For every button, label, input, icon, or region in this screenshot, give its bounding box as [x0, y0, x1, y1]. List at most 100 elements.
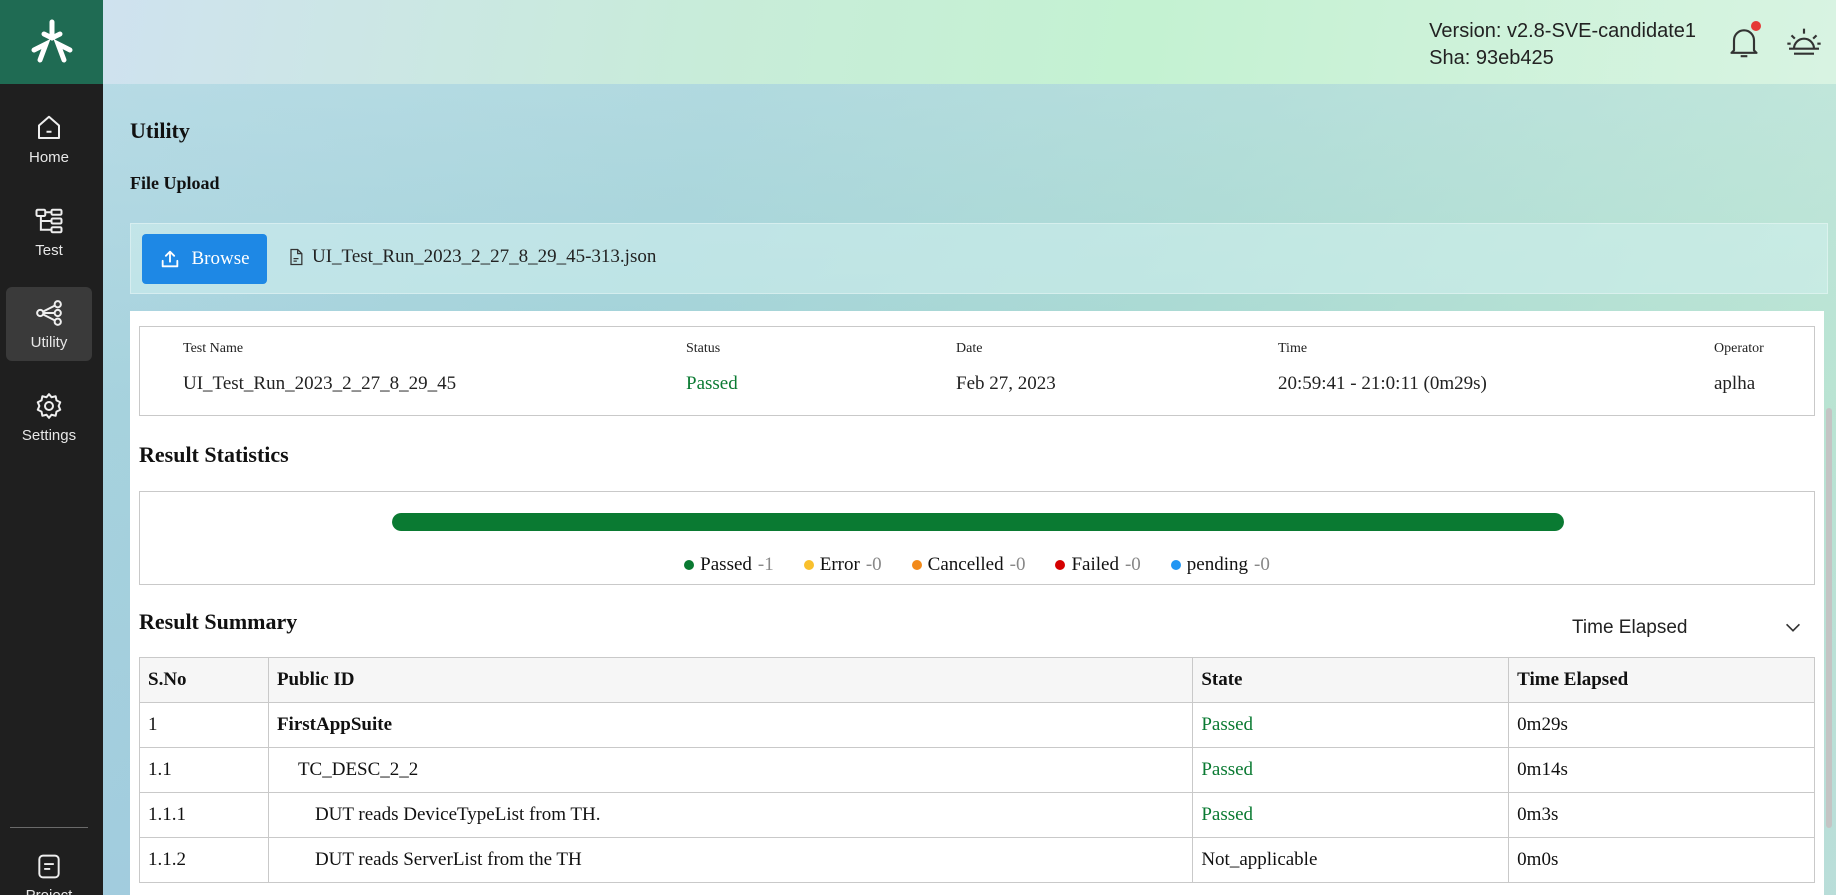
- sidebar: Home Test Utility Settings Project: [0, 0, 103, 895]
- column-header[interactable]: Time Elapsed: [1508, 657, 1815, 703]
- sidebar-item-utility[interactable]: Utility: [6, 287, 92, 361]
- cell-state: Not_applicable: [1192, 837, 1510, 883]
- legend-count: -0: [1254, 554, 1270, 575]
- statistics-box: Passed -1 Error -0 Cancelled -0 Failed -…: [139, 491, 1815, 585]
- table-row[interactable]: 1.1.2 DUT reads ServerList from the TH N…: [139, 837, 1815, 883]
- status-value: Passed: [686, 373, 738, 394]
- info-value: 20:59:41 - 21:0:11 (0m29s): [1278, 373, 1487, 394]
- file-upload-bar: Browse UI_Test_Run_2023_2_27_8_29_45-313…: [130, 223, 1828, 294]
- legend-pending: pending -0: [1170, 554, 1270, 576]
- top-header: Version: v2.8-SVE-candidate1 Sha: 93eb42…: [103, 0, 1836, 84]
- legend-count: -1: [757, 554, 774, 575]
- legend-count: -0: [1124, 554, 1141, 575]
- info-value: UI_Test_Run_2023_2_27_8_29_45: [183, 373, 457, 394]
- legend-count: -0: [865, 554, 882, 575]
- chevron-down-icon: [1785, 623, 1801, 632]
- legend-passed: Passed -1: [684, 554, 774, 576]
- run-info-box: Test Name UI_Test_Run_2023_2_27_8_29_45 …: [139, 326, 1815, 416]
- info-label: Status: [686, 341, 721, 356]
- sidebar-item-label: Home: [28, 148, 69, 166]
- version-info: Version: v2.8-SVE-candidate1 Sha: 93eb42…: [1429, 18, 1696, 72]
- cell-sno: 1: [139, 702, 269, 748]
- progress-bar: [392, 513, 1564, 531]
- column-header[interactable]: S.No: [139, 657, 269, 703]
- page-title: Utility: [130, 118, 190, 143]
- upload-icon: [162, 250, 179, 268]
- result-summary-table: S.No Public ID State Time Elapsed 1 Firs…: [139, 657, 1815, 883]
- sidebar-item-project[interactable]: Project: [6, 844, 92, 895]
- progress-fill: [392, 513, 1564, 531]
- gear-icon: [36, 392, 62, 419]
- cell-time: 0m29s: [1508, 702, 1815, 748]
- legend-label: Failed: [1071, 554, 1119, 575]
- logo-icon: [31, 19, 72, 63]
- statistics-legend: Passed -1 Error -0 Cancelled -0 Failed -…: [140, 554, 1814, 576]
- info-label: Time: [1278, 341, 1308, 356]
- cell-time: 0m0s: [1508, 837, 1815, 883]
- results-panel: Test Name UI_Test_Run_2023_2_27_8_29_45 …: [130, 311, 1824, 895]
- uploaded-file: UI_Test_Run_2023_2_27_8_29_45-313.json: [286, 246, 656, 268]
- result-summary-title: Result Summary: [139, 609, 298, 634]
- share-icon: [36, 299, 62, 326]
- table-header-row: S.No Public ID State Time Elapsed: [139, 657, 1815, 703]
- browse-button[interactable]: Browse: [142, 234, 267, 284]
- info-label: Test Name: [183, 341, 244, 356]
- sidebar-item-test[interactable]: Test: [6, 195, 92, 269]
- sort-select[interactable]: Time Elapsed: [1564, 607, 1814, 647]
- legend-dot: [803, 560, 814, 570]
- cell-public-id: DUT reads DeviceTypeList from TH.: [267, 792, 1194, 838]
- file-name-text: UI_Test_Run_2023_2_27_8_29_45-313.json: [312, 246, 657, 267]
- sidebar-item-label: Project: [26, 887, 73, 895]
- legend-label: Error: [819, 554, 860, 575]
- info-value: aplha: [1714, 373, 1756, 394]
- home-icon: [38, 115, 60, 139]
- cell-sno: 1.1.1: [139, 792, 269, 838]
- cell-state: Passed: [1192, 792, 1510, 838]
- cell-public-id: FirstAppSuite: [267, 702, 1194, 748]
- column-header[interactable]: Public ID: [267, 657, 1194, 703]
- legend-cancelled: Cancelled -0: [911, 554, 1026, 576]
- table-row[interactable]: 1.1.1 DUT reads DeviceTypeList from TH. …: [139, 792, 1815, 838]
- legend-label: pending: [1186, 554, 1248, 575]
- browse-label: Browse: [191, 248, 250, 269]
- tree-icon: [35, 208, 63, 233]
- app-logo[interactable]: [0, 0, 103, 84]
- sidebar-item-label: Settings: [21, 426, 77, 444]
- cell-time: 0m3s: [1508, 792, 1815, 838]
- vertical-scrollbar[interactable]: [1826, 408, 1832, 828]
- cell-public-id: DUT reads ServerList from the TH: [267, 837, 1194, 883]
- result-statistics-title: Result Statistics: [139, 442, 289, 467]
- notification-badge: [1751, 21, 1761, 31]
- sidebar-item-label: Test: [35, 241, 63, 259]
- cell-state: Passed: [1192, 747, 1510, 793]
- sha-text: Sha: 93eb425: [1429, 47, 1554, 69]
- info-value: Feb 27, 2023: [956, 373, 1056, 394]
- table-row[interactable]: 1 FirstAppSuite Passed 0m29s: [139, 702, 1815, 748]
- legend-label: Cancelled: [927, 554, 1004, 575]
- table-row[interactable]: 1.1 TC_DESC_2_2 Passed 0m14s: [139, 747, 1815, 793]
- theme-toggle-icon[interactable]: [1784, 22, 1824, 62]
- version-text: Version: v2.8-SVE-candidate1: [1429, 20, 1696, 42]
- cell-sno: 1.1.2: [139, 837, 269, 883]
- legend-dot: [911, 560, 922, 570]
- cell-public-id: TC_DESC_2_2: [267, 747, 1194, 793]
- cell-time: 0m14s: [1508, 747, 1815, 793]
- legend-dot: [1055, 560, 1066, 570]
- sort-select-value: Time Elapsed: [1572, 617, 1688, 638]
- cell-state: Passed: [1192, 702, 1510, 748]
- legend-failed: Failed -0: [1055, 554, 1141, 576]
- file-icon: [290, 248, 303, 266]
- sidebar-divider: [10, 827, 88, 828]
- sidebar-item-home[interactable]: Home: [6, 102, 92, 176]
- legend-dot: [684, 560, 695, 570]
- sidebar-item-label: Utility: [30, 333, 68, 351]
- column-header[interactable]: State: [1192, 657, 1510, 703]
- legend-error: Error -0: [803, 554, 882, 576]
- legend-label: Passed: [700, 554, 752, 575]
- legend-dot: [1170, 560, 1181, 570]
- info-label: Date: [956, 341, 983, 356]
- info-label: Operator: [1714, 341, 1764, 356]
- legend-count: -0: [1009, 554, 1026, 575]
- project-icon: [38, 854, 60, 879]
- sidebar-item-settings[interactable]: Settings: [6, 380, 92, 454]
